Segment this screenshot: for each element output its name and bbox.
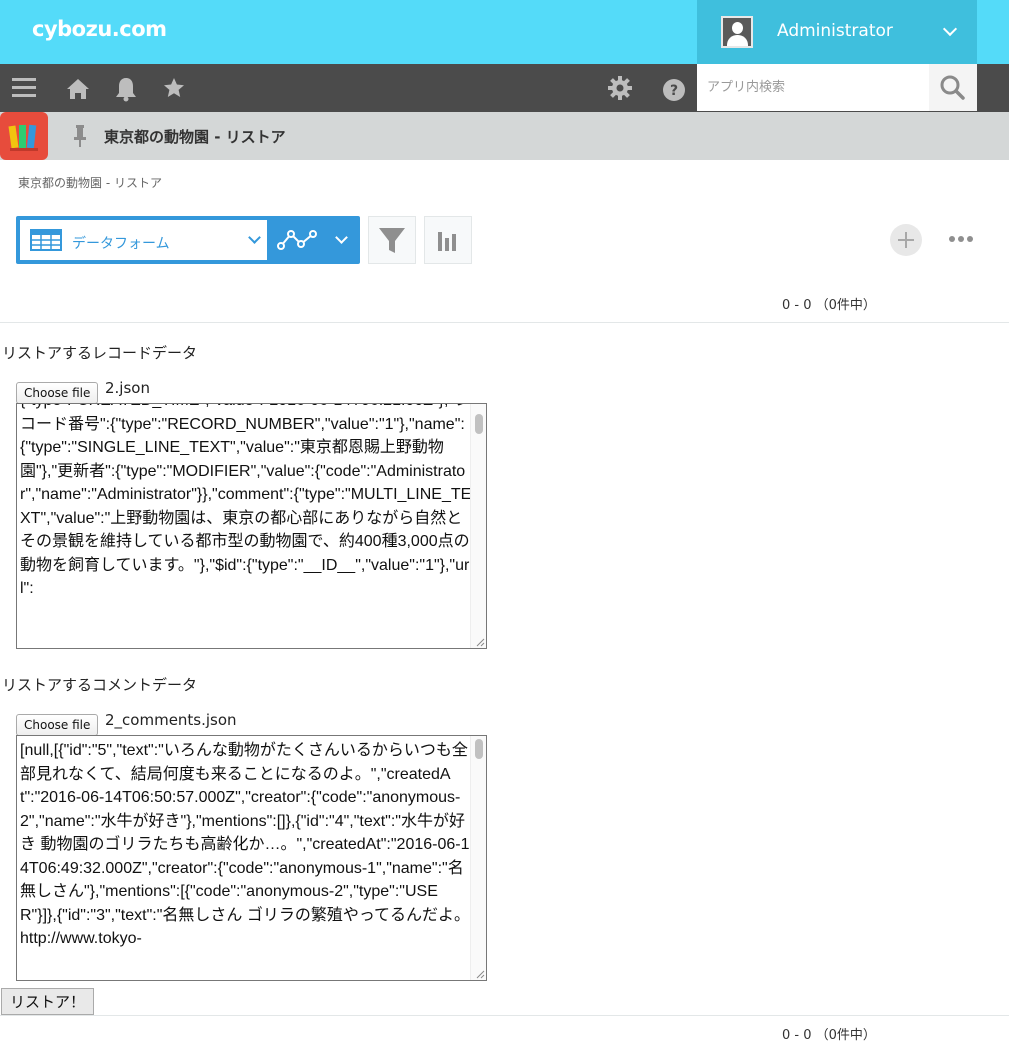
divider [0, 1015, 1009, 1016]
user-name: Administrator [777, 21, 893, 41]
graph-icon [277, 230, 317, 250]
cybozu-logo[interactable]: cybozu.com [32, 17, 167, 41]
graph-menu-button[interactable] [271, 216, 360, 264]
view-select[interactable]: データフォーム [20, 220, 267, 260]
resize-handle[interactable] [475, 637, 485, 647]
more-icon[interactable] [946, 236, 976, 244]
filter-icon [379, 228, 405, 253]
bar-chart-icon [438, 232, 456, 251]
records-textarea[interactable]: {"type":"CREATED_TIME","value":"2016-06-… [16, 403, 487, 649]
home-icon[interactable] [58, 64, 98, 112]
search-icon [940, 75, 965, 100]
records-choose-file-button[interactable]: Choose file [16, 382, 99, 404]
chevron-down-icon [248, 231, 261, 244]
filter-button[interactable] [368, 216, 416, 264]
app-title: 東京都の動物園 - リストア [104, 128, 286, 146]
comments-textarea[interactable]: [null,[{"id":"5","text":"いろんな動物がたくさんいるから… [16, 735, 487, 981]
avatar [721, 16, 753, 48]
star-icon[interactable] [154, 64, 194, 112]
menu-icon[interactable] [12, 64, 52, 112]
add-record-button[interactable] [890, 224, 922, 256]
pager-bottom: 0 - 0 （0件中） [782, 1028, 876, 1043]
comments-section-label: リストアするコメントデータ [2, 676, 198, 694]
help-icon[interactable]: ? [654, 64, 694, 112]
pager-top: 0 - 0 （0件中） [782, 298, 876, 313]
view-select-label: データフォーム [72, 236, 170, 252]
search-button[interactable] [929, 64, 977, 111]
chevron-down-icon [335, 231, 348, 244]
comments-file-name: 2_comments.json [105, 711, 237, 729]
svg-text:?: ? [670, 83, 678, 99]
breadcrumb[interactable]: 東京都の動物園 - リストア [18, 174, 162, 191]
bell-icon[interactable] [106, 64, 146, 112]
comments-scrollbar[interactable] [470, 736, 486, 980]
app-icon[interactable] [0, 112, 48, 160]
records-section-label: リストアするレコードデータ [2, 344, 198, 362]
table-icon [30, 229, 62, 251]
records-scrollbar[interactable] [470, 404, 486, 648]
pin-icon[interactable] [72, 124, 88, 148]
gear-icon[interactable] [600, 64, 640, 112]
chevron-down-icon [942, 21, 958, 37]
top-header: cybozu.com Administrator [0, 0, 1009, 64]
resize-handle[interactable] [475, 969, 485, 979]
view-selector-group: データフォーム [16, 216, 360, 264]
graph-button[interactable] [424, 216, 472, 264]
records-file-name: 2.json [105, 379, 150, 397]
search-input[interactable] [697, 64, 929, 111]
comments-choose-file-button[interactable]: Choose file [16, 714, 99, 736]
divider [0, 322, 1009, 323]
restore-button[interactable]: リストア！ [1, 988, 95, 1015]
user-menu[interactable]: Administrator [697, 0, 977, 64]
records-textarea-text: {"type":"CREATED_TIME","value":"2016-06-… [20, 404, 472, 597]
comments-textarea-text: [null,[{"id":"5","text":"いろんな動物がたくさんいるから… [20, 742, 471, 947]
